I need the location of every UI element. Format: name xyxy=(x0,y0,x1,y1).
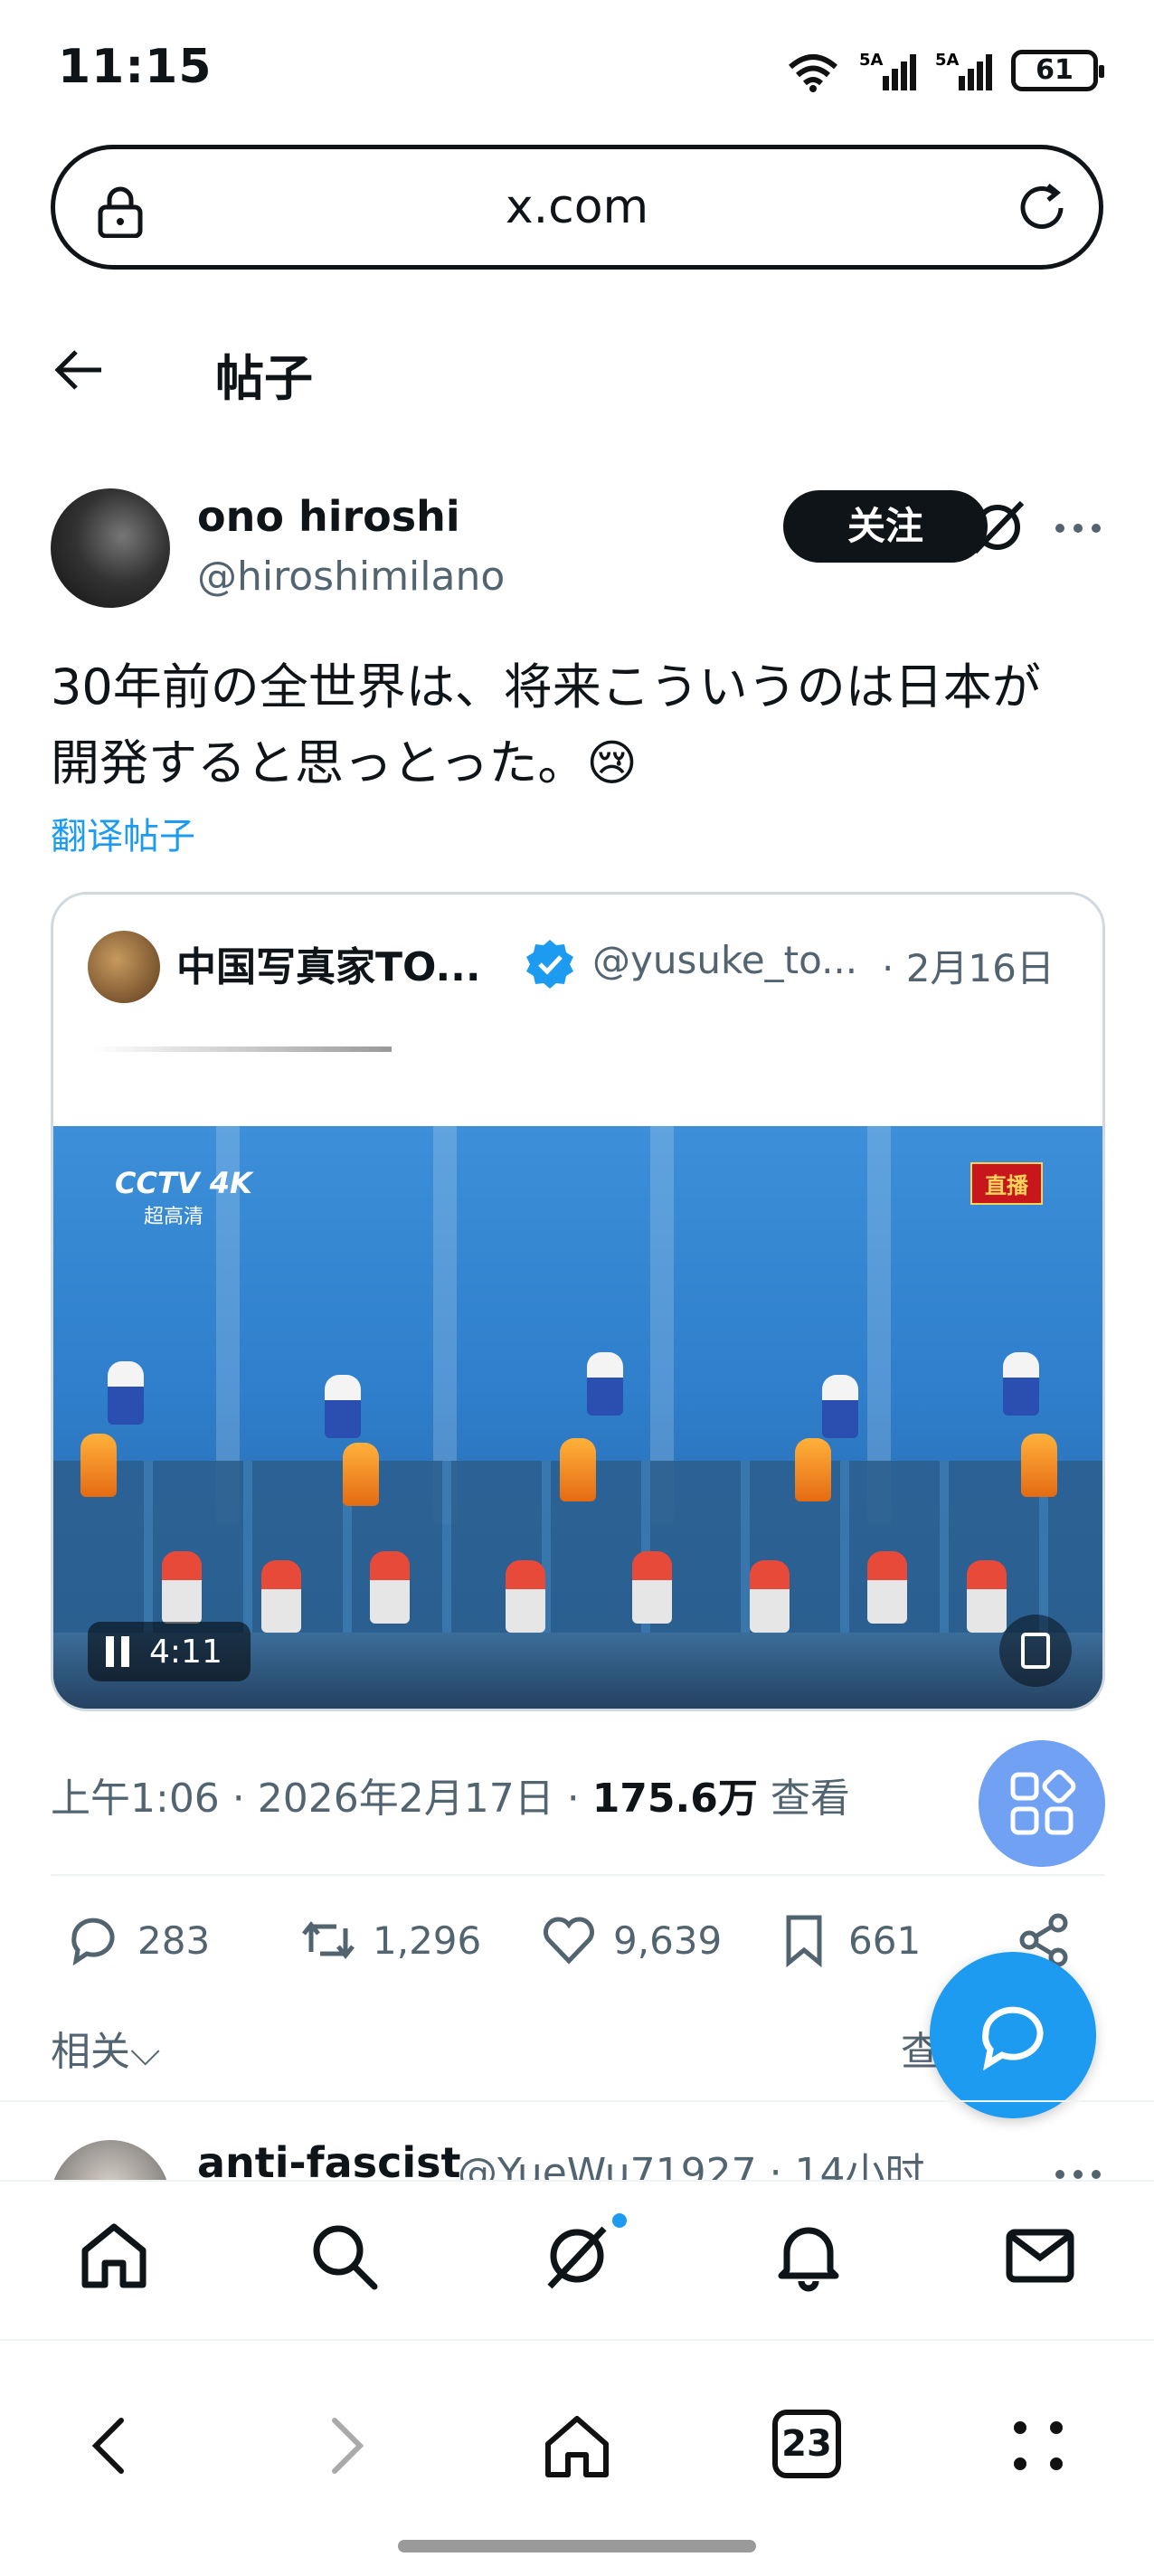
lock-icon xyxy=(98,186,143,238)
quoted-post[interactable]: 中国写真家TO... @yusuke_to... · 2月16日 CCTV 4K… xyxy=(51,892,1105,1711)
url-text[interactable]: x.com xyxy=(506,180,648,234)
back-arrow-icon[interactable] xyxy=(51,342,107,398)
grok-icon[interactable] xyxy=(539,2218,615,2294)
like-count: 9,639 xyxy=(613,1918,723,1963)
browser-toolbar: 23 xyxy=(0,2339,1154,2576)
live-badge: 直播 xyxy=(970,1162,1043,1205)
apps-grid-button[interactable] xyxy=(979,1740,1105,1867)
quoted-post-date: · 2月16日 xyxy=(882,946,1055,990)
video-duration: 4:11 xyxy=(149,1633,222,1671)
author-handle[interactable]: @hiroshimilano xyxy=(197,554,505,600)
chat-fab-button[interactable] xyxy=(930,1952,1096,2118)
follow-button[interactable]: 关注 xyxy=(783,490,988,563)
robot xyxy=(261,1560,301,1633)
performer xyxy=(587,1352,623,1416)
robot xyxy=(506,1560,545,1633)
related-toggle[interactable]: 相关⌵ xyxy=(51,2019,160,2077)
video-player[interactable]: CCTV 4K 超高清 直播 4:11 xyxy=(53,1126,1102,1709)
post-text-line-2: 開発すると思っとった。😢 xyxy=(51,734,638,791)
status-icons: 5A 5A 61 xyxy=(785,49,1104,92)
app-bottom-nav xyxy=(0,2180,1154,2339)
bookmark-icon xyxy=(786,1915,822,1968)
performer xyxy=(343,1443,379,1506)
divider xyxy=(51,1874,1105,1876)
forward-icon[interactable] xyxy=(307,2410,380,2482)
search-icon[interactable] xyxy=(306,2218,382,2294)
performer xyxy=(108,1361,144,1425)
signal-5g-icon: 5A xyxy=(859,51,916,90)
notification-dot xyxy=(610,2211,629,2230)
divider xyxy=(0,2100,1154,2102)
heart-icon xyxy=(544,1917,594,1965)
like-button[interactable]: 9,639 xyxy=(539,1910,722,1970)
signal-5g-icon-2: 5A xyxy=(935,51,992,90)
status-time: 11:15 xyxy=(58,40,213,94)
performer xyxy=(795,1438,831,1501)
home-icon[interactable] xyxy=(76,2218,152,2294)
post-text-line-1: 30年前の全世界は、将来こういうのは日本が xyxy=(51,658,1041,715)
performer xyxy=(560,1438,596,1501)
robot xyxy=(967,1560,1007,1633)
translate-post-link[interactable]: 翻译帖子 xyxy=(51,807,195,859)
robot xyxy=(162,1551,202,1624)
home-indicator[interactable] xyxy=(398,2540,756,2552)
quoted-author-avatar[interactable] xyxy=(88,931,160,1003)
cctv-logo: CCTV 4K xyxy=(115,1166,252,1200)
reply-icon xyxy=(71,1918,115,1966)
bookmark-count: 661 xyxy=(848,1918,922,1963)
robot xyxy=(750,1560,790,1633)
repost-button[interactable]: 1,296 xyxy=(298,1910,481,1970)
battery-indicator: 61 xyxy=(1011,50,1104,91)
svg-text:5A: 5A xyxy=(859,51,884,70)
mail-icon[interactable] xyxy=(1002,2218,1078,2294)
page-title: 帖子 xyxy=(215,350,313,407)
bell-icon[interactable] xyxy=(771,2218,847,2294)
performer xyxy=(1003,1352,1039,1416)
bookmark-button[interactable]: 661 xyxy=(774,1910,921,1970)
performer xyxy=(1021,1434,1057,1497)
pause-button[interactable]: 4:11 xyxy=(88,1622,251,1681)
cctv-subtitle: 超高清 xyxy=(144,1206,204,1228)
repost-icon xyxy=(302,1920,355,1960)
more-options-icon[interactable] xyxy=(1049,499,1107,557)
repost-count: 1,296 xyxy=(373,1918,482,1963)
quoted-text-fade xyxy=(93,1046,392,1052)
quoted-author-handle[interactable]: @yusuke_to... xyxy=(592,938,857,982)
robot xyxy=(370,1551,410,1624)
tabs-count-button[interactable]: 23 xyxy=(772,2410,841,2478)
performer xyxy=(80,1434,117,1497)
reply-button[interactable]: 283 xyxy=(63,1910,210,1970)
back-icon[interactable] xyxy=(76,2410,148,2482)
post-timestamp: 上午1:06 · 2026年2月17日 · xyxy=(51,1776,592,1822)
pause-icon xyxy=(106,1636,129,1667)
performer xyxy=(325,1375,361,1438)
post-text: 30年前の全世界は、将来こういうのは日本が 開発すると思っとった。😢 xyxy=(51,649,1109,801)
author-name[interactable]: ono hiroshi xyxy=(197,492,460,541)
robot xyxy=(632,1551,672,1624)
reply-count: 283 xyxy=(137,1918,211,1963)
verified-badge-icon xyxy=(526,940,573,989)
url-bar[interactable]: x.com xyxy=(51,145,1103,270)
performer xyxy=(822,1375,858,1438)
author-avatar[interactable] xyxy=(51,488,170,608)
menu-icon[interactable] xyxy=(1002,2410,1074,2482)
fullscreen-icon[interactable] xyxy=(999,1615,1072,1687)
reload-icon[interactable] xyxy=(1012,178,1072,238)
grok-icon[interactable] xyxy=(966,496,1029,559)
wifi-icon xyxy=(789,54,837,92)
home-icon[interactable] xyxy=(541,2410,613,2482)
svg-text:5A: 5A xyxy=(935,51,960,70)
quoted-author-name[interactable]: 中国写真家TO... xyxy=(176,934,481,992)
view-label: 查看 xyxy=(757,1776,850,1822)
robot xyxy=(867,1551,907,1624)
view-count: 175.6万 xyxy=(591,1776,758,1822)
action-bar: 283 1,296 9,639 661 xyxy=(51,1910,1105,1992)
post-meta: 上午1:06 · 2026年2月17日 · 175.6万 查看 xyxy=(51,1766,850,1823)
